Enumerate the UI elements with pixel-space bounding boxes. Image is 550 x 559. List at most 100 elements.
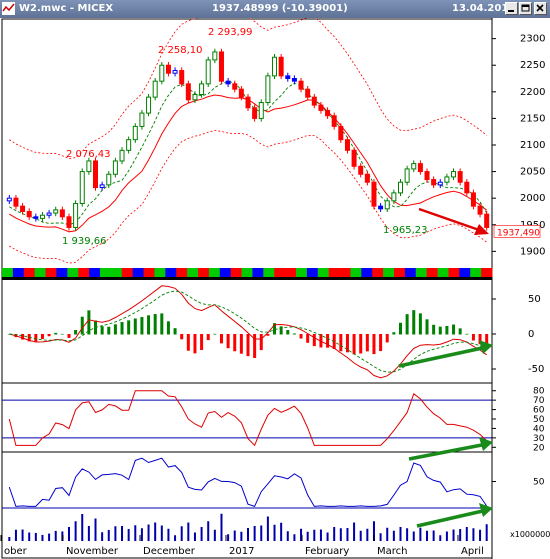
signal-strip-segment [121,268,134,277]
volume-bar [386,527,389,541]
candle-body [331,115,337,127]
candle-body [252,107,258,119]
candle-body [159,64,165,82]
candle-body [172,70,178,74]
strip-divider [2,277,492,280]
macd-histogram-bar [452,324,456,335]
macd-histogram-bar [246,334,250,357]
x-axis-label: ober [4,546,28,557]
price-tick-label: 2300 [520,34,545,45]
title-bar[interactable]: W2.mwc - MICEX 1937.48999 (-10.39001) 13… [0,0,550,18]
minimize-button[interactable] [505,2,518,15]
macd-histogram-bar [186,334,190,351]
signal-strip-segment [394,268,406,277]
signal-strip-segment [89,268,101,277]
macd-histogram-bar [326,334,330,348]
volume-bar [140,528,143,541]
macd-histogram-bar [100,326,104,335]
price-tick-label: 1900 [520,246,545,257]
candle-body [238,88,244,98]
volume-bar [114,526,117,541]
signal-strip-segment [187,268,199,277]
candle-body [152,80,158,98]
signal-strip-segment [12,268,25,277]
x-axis-label: April [461,546,484,557]
candle [272,54,278,80]
volume-bar [180,526,183,541]
macd-histogram-bar [312,334,316,347]
candle [159,62,165,85]
candle-body [218,51,224,82]
macd-histogram-bar [120,322,124,335]
candle-body [378,205,384,210]
candle-body [126,139,132,151]
candle-body [46,212,52,216]
candle-body [179,70,185,85]
candle-body [53,209,59,214]
macd-histogram-bar [233,334,237,352]
macd-histogram-bar [412,310,416,335]
volume-bar [326,532,329,541]
signal-strip-segment [350,268,362,277]
candle-body [245,96,251,109]
signal-strip-segment [67,268,79,277]
close-button[interactable] [534,2,547,15]
candle-body [20,205,26,212]
candle [258,99,264,122]
macd-histogram-bar [160,313,164,335]
candle-body [311,96,317,106]
candle-body [371,181,377,207]
macd-tick-label: 50 [528,294,541,305]
candle-body [79,171,85,205]
chart-area[interactable]: 2300225022002150210020502000195019002 29… [0,18,550,559]
volume-bar [273,524,276,541]
volume-bar [346,528,349,541]
price-tick-label: 2250 [520,60,545,71]
macd-histogram-bar [418,313,422,335]
signal-strip-segment [339,268,351,277]
macd-histogram-bar [425,319,429,335]
price-tick-label: 2150 [520,113,545,124]
candle-body [437,181,443,186]
candle-body [139,112,145,127]
signal-strip-segment [230,268,243,277]
signal-strip-segment [154,268,166,277]
volume-bar [48,533,51,541]
maximize-icon [521,4,530,12]
candle-body [364,173,370,183]
signal-strip-segment [176,268,188,277]
macd-histogram-bar [213,333,217,335]
candle [470,189,476,210]
volume-bar [485,524,488,541]
candle [371,179,377,210]
signal-strip-segment [459,268,471,277]
candle [112,157,118,178]
maximize-button[interactable] [519,2,532,15]
signal-strip-segment [372,268,384,277]
macd-histogram-bar [458,328,462,335]
macd-histogram-bar [140,317,144,335]
candle-body [165,64,171,74]
signal-strip-segment [132,268,145,277]
volume-bar [167,528,170,541]
macd-histogram-bar [445,326,449,335]
candle-body [457,171,463,183]
volume-bar [333,527,336,541]
volume-bar [41,534,44,541]
price-tick-label: 2200 [520,87,545,98]
signal-strip-segment [34,268,47,277]
chart-window: W2.mwc - MICEX 1937.48999 (-10.39001) 13… [0,0,550,559]
signal-strip-segment [383,268,395,277]
candle-body [411,163,417,170]
macd-histogram-bar [193,334,197,354]
candle [205,56,211,88]
candle-body [225,80,231,85]
volume-unit-label: x1000000 [510,530,550,539]
candle-body [86,160,92,173]
candle-body [484,213,490,228]
signal-strip-segment [415,268,428,277]
candle-body [272,56,278,77]
candle-body [404,168,410,183]
signal-strip-segment [263,268,275,277]
signal-strip-segment [219,268,232,277]
